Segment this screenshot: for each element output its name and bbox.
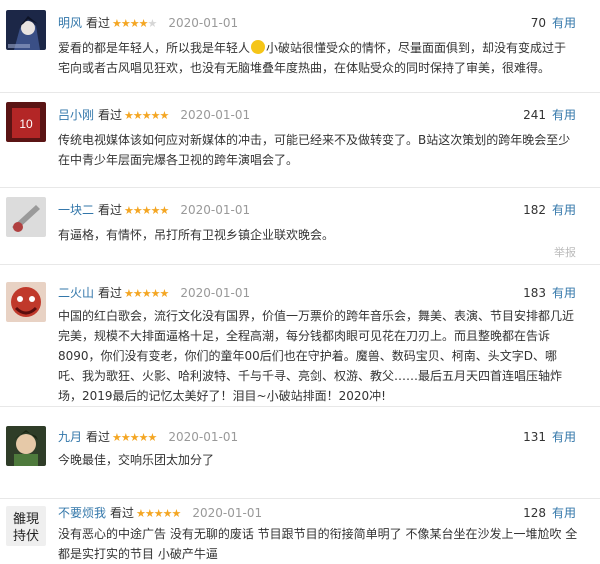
- review-date: 2020-01-01: [180, 203, 251, 217]
- watched-label: 看过: [86, 430, 111, 444]
- vote-area: 128 有用: [523, 504, 576, 522]
- avatar[interactable]: 10: [6, 102, 46, 142]
- report-link[interactable]: 举报: [554, 244, 576, 260]
- vote-area: 131 有用: [523, 428, 576, 446]
- watched-label: 看过: [98, 203, 123, 217]
- vote-area: 183 有用: [523, 284, 576, 302]
- review-meta: 吕小刚 看过 ★★★★★ 2020-01-01: [58, 106, 250, 124]
- avatar[interactable]: [6, 426, 46, 466]
- username[interactable]: 九月: [58, 430, 82, 444]
- avatar[interactable]: [6, 197, 46, 237]
- vote-count: 70: [530, 16, 546, 30]
- vote-count: 183: [523, 286, 546, 300]
- vote-area: 70 有用: [531, 14, 576, 32]
- username[interactable]: 一块二: [58, 203, 94, 217]
- smile-emoji-icon: [251, 40, 266, 54]
- username[interactable]: 二火山: [58, 286, 94, 300]
- svg-text:雒現: 雒現: [13, 511, 39, 527]
- review-item: 九月 看过 ★★★★★ 2020-01-01 131 有用 今晚最佳，交响乐团太加分了: [0, 406, 600, 499]
- vote-area: 182 有用: [523, 201, 576, 219]
- username[interactable]: 不要烦我: [58, 506, 106, 520]
- review-meta: 二火山 看过 ★★★★★ 2020-01-01: [58, 284, 250, 302]
- review-meta: 一块二 看过 ★★★★★ 2020-01-01: [58, 201, 250, 219]
- review-content: 今晚最佳，交响乐团太加分了: [58, 453, 215, 467]
- rating-stars: ★★★★★: [112, 431, 157, 444]
- review-item: 雒現 持伏 不要烦我 看过 ★★★★★ 2020-01-01 128 有用 没有恶心的中…: [0, 498, 600, 561]
- useful-button[interactable]: 有用: [552, 108, 576, 122]
- rating-stars: ★★★★★: [112, 17, 157, 30]
- username[interactable]: 吕小刚: [58, 108, 94, 122]
- review-item: 一块二 看过 ★★★★★ 2020-01-01 182 有用 有逼格，有情怀，吊打所有卫…: [0, 187, 600, 265]
- review-item: 明风 看过 ★★★★★ 2020-01-01 70 有用 爱看的都是年轻人，所以我是年轻…: [0, 0, 600, 93]
- useful-button[interactable]: 有用: [552, 506, 576, 520]
- useful-button[interactable]: 有用: [552, 203, 576, 217]
- rating-stars: ★★★★★: [124, 109, 169, 122]
- vote-count: 128: [523, 506, 546, 520]
- review-date: 2020-01-01: [180, 108, 251, 122]
- review-meta: 九月 看过 ★★★★★ 2020-01-01: [58, 428, 238, 446]
- vote-count: 182: [523, 203, 546, 217]
- avatar[interactable]: [6, 10, 46, 50]
- avatar[interactable]: [6, 282, 46, 322]
- rating-stars: ★★★★★: [124, 287, 169, 300]
- review-date: 2020-01-01: [180, 286, 251, 300]
- review-content: 传统电视媒体该如何应对新媒体的冲击，可能已经来不及做转变了。B站这次策划的跨年晚…: [58, 133, 571, 167]
- review-item: 10 吕小刚 看过 ★★★★★ 2020-01-01 241 有用 传统电视媒体该如何应…: [0, 92, 600, 188]
- rating-stars: ★★★★★: [136, 507, 181, 520]
- vote-count: 241: [523, 108, 546, 122]
- review-meta: 明风 看过 ★★★★★ 2020-01-01: [58, 14, 238, 32]
- review-content: 爱看的都是年轻人，所以我是年轻人 小破站很懂受众的情怀，尽量面面俱到，却没有变成过…: [58, 40, 567, 75]
- vote-area: 241 有用: [523, 106, 576, 124]
- useful-button[interactable]: 有用: [552, 16, 576, 30]
- username[interactable]: 明风: [58, 16, 82, 30]
- review-date: 2020-01-01: [168, 430, 239, 444]
- review-content: 中国的红白歌会，流行文化没有国界，价值一万票价的跨年音乐会，舞美、表演、节目安排…: [58, 309, 575, 403]
- vote-count: 131: [523, 430, 546, 444]
- rating-stars: ★★★★★: [124, 204, 169, 217]
- review-item: 二火山 看过 ★★★★★ 2020-01-01 183 有用 中国的红白歌会，流行文化没…: [0, 264, 600, 407]
- avatar[interactable]: 雒現 持伏: [6, 506, 46, 546]
- watched-label: 看过: [110, 506, 135, 520]
- watched-label: 看过: [98, 286, 123, 300]
- watched-label: 看过: [98, 108, 123, 122]
- review-content: 有逼格，有情怀，吊打所有卫视乡镇企业联欢晚会。: [58, 228, 335, 242]
- review-date: 2020-01-01: [192, 506, 263, 520]
- watched-label: 看过: [86, 16, 111, 30]
- review-date: 2020-01-01: [168, 16, 239, 30]
- useful-button[interactable]: 有用: [552, 430, 576, 444]
- review-meta: 不要烦我 看过 ★★★★★ 2020-01-01: [58, 504, 262, 522]
- useful-button[interactable]: 有用: [552, 286, 576, 300]
- svg-text:10: 10: [19, 117, 33, 131]
- svg-text:持伏: 持伏: [13, 529, 39, 544]
- review-content: 没有恶心的中途广告 没有无聊的废话 节目跟节目的衔接简单明了 不像某台坐在沙发上…: [58, 527, 578, 561]
